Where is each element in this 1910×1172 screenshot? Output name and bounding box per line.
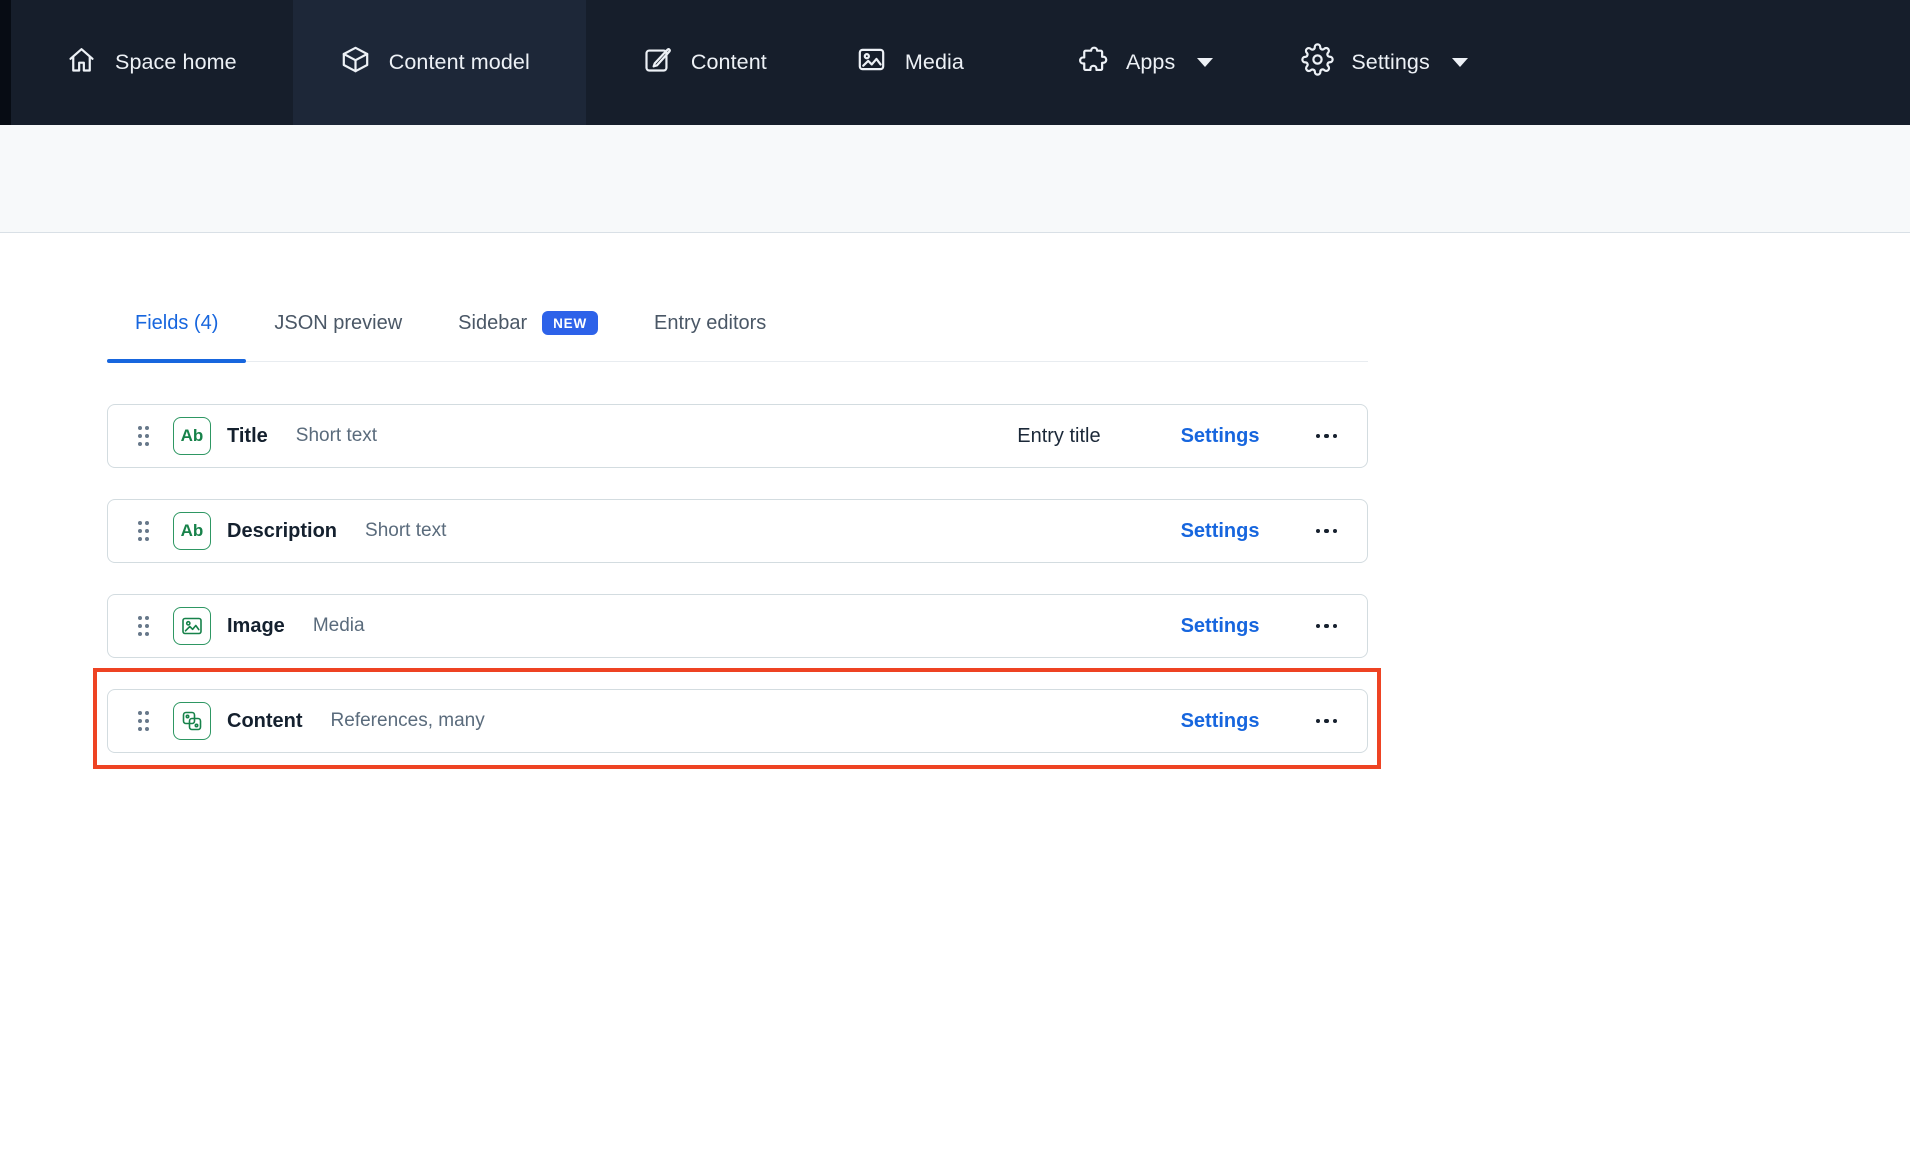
field-icon-text: Ab [180,426,204,445]
short-text-field-icon: Ab [173,512,211,550]
content-type-tabs: Fields (4) JSON preview Sidebar NEW Entr… [107,311,1368,363]
field-type: References, many [330,710,485,731]
top-navigation: Space home Content model Content Media A… [0,0,1910,125]
tab-entry-editors[interactable]: Entry editors [626,312,794,361]
nav-item-label: Content model [388,50,530,74]
drag-handle-icon[interactable] [136,519,151,543]
highlight-annotation-box: Content References, many Settings [93,668,1381,769]
references-field-icon [173,702,211,740]
entry-title-label: Entry title [1017,424,1101,447]
field-settings-link[interactable]: Settings [1181,710,1260,733]
nav-item-label: Space home [115,50,237,74]
field-settings-link[interactable]: Settings [1181,520,1260,543]
field-name: Description [227,519,338,542]
field-icon-text: Ab [180,521,204,540]
apps-icon [1076,43,1109,82]
page-subheader [0,125,1910,233]
field-type: Media [312,615,365,636]
fields-list: Ab Title Short text Entry title Settings… [93,404,1381,769]
field-type: Short text [295,425,378,446]
field-name: Image [227,614,285,637]
nav-item-label: Media [904,50,964,74]
settings-icon [1301,43,1334,82]
field-row-image: Image Media Settings [107,594,1368,658]
field-row-description: Ab Description Short text Settings [107,499,1368,563]
chevron-down-icon [1451,58,1468,67]
chevron-down-icon [1197,58,1214,67]
tab-json-preview[interactable]: JSON preview [246,312,430,361]
more-actions-icon[interactable] [1314,618,1340,635]
nav-item-settings[interactable]: Settings [1268,0,1501,125]
nav-item-content[interactable]: Content [608,0,800,125]
field-row-title: Ab Title Short text Entry title Settings [107,404,1368,468]
field-type: Short text [365,520,447,541]
media-field-icon [173,607,211,645]
nav-item-label: Content [690,50,767,74]
home-icon [65,43,98,82]
nav-edge-strip [0,0,11,125]
new-badge: NEW [542,311,599,335]
tab-label: Entry editors [654,312,767,334]
more-actions-icon[interactable] [1314,713,1340,730]
tab-label: JSON preview [274,312,403,334]
tab-fields[interactable]: Fields (4) [107,312,247,363]
field-name: Content [227,709,303,732]
content-model-icon [339,43,372,82]
drag-handle-icon[interactable] [136,709,151,733]
field-row-content: Content References, many Settings [107,689,1368,753]
field-name: Title [227,424,268,447]
nav-item-content-model[interactable]: Content model [292,0,586,125]
nav-item-space-home[interactable]: Space home [11,0,293,125]
field-settings-link[interactable]: Settings [1181,615,1260,638]
nav-item-media[interactable]: Media [822,0,997,125]
tab-label: Fields (4) [135,312,219,334]
app-window: Space home Content model Content Media A… [0,0,1910,1172]
nav-item-label: Settings [1351,50,1430,74]
tab-label: Sidebar [458,311,528,334]
tab-sidebar[interactable]: Sidebar NEW [430,311,626,361]
short-text-field-icon: Ab [173,417,211,455]
drag-handle-icon[interactable] [136,614,151,638]
media-icon [855,43,888,82]
drag-handle-icon[interactable] [136,424,151,448]
nav-item-label: Apps [1125,50,1176,74]
content-icon [641,43,674,82]
nav-item-apps[interactable]: Apps [1043,0,1246,125]
more-actions-icon[interactable] [1314,523,1340,540]
more-actions-icon[interactable] [1314,428,1340,445]
field-settings-link[interactable]: Settings [1181,425,1260,448]
